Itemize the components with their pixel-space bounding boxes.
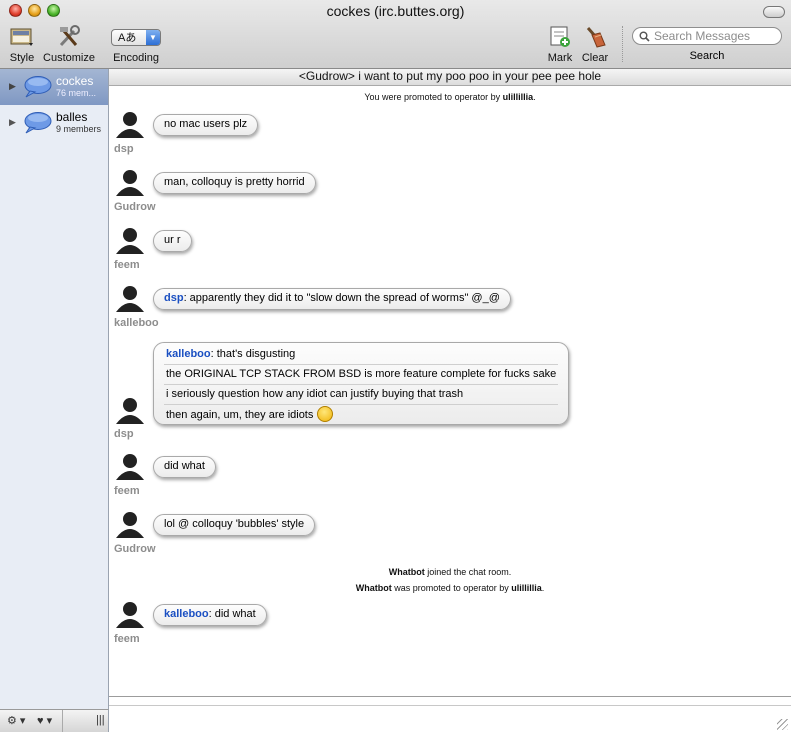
message-bubble: no mac users plz — [153, 114, 259, 136]
window-title: cockes (irc.buttes.org) — [326, 3, 465, 19]
room-list: ▶ cockes 76 mem... ▶ balles 9 members — [0, 69, 109, 710]
disclosure-triangle-icon[interactable]: ▶ — [9, 117, 16, 128]
mark-button[interactable]: Mark — [545, 24, 575, 64]
room-item-balles[interactable]: ▶ balles 9 members — [0, 105, 108, 141]
chat-bubble-icon — [24, 76, 52, 98]
mark-icon — [545, 24, 575, 50]
chevron-down-icon: ▼ — [146, 29, 160, 45]
avatar-icon — [116, 398, 144, 424]
sender-name: kalleboo — [114, 317, 159, 329]
style-icon — [6, 24, 38, 50]
chat-bubble-icon — [24, 112, 52, 134]
message-bubble: lol @ colloquy 'bubbles' style — [153, 514, 316, 536]
input-divider — [109, 705, 791, 706]
style-button[interactable]: Style — [6, 24, 38, 64]
heart-icon: ♥ — [37, 715, 44, 727]
search-label: Search — [689, 50, 725, 62]
disclosure-triangle-icon[interactable]: ▶ — [9, 81, 16, 92]
avatar-icon — [116, 286, 144, 312]
room-item-cockes[interactable]: ▶ cockes 76 mem... — [0, 69, 108, 105]
clear-button[interactable]: Clear — [580, 24, 610, 64]
sidebar-footer: ⚙ ▾ ♥ ▾ ||| — [0, 709, 109, 732]
message-bubble: ur r — [153, 230, 192, 252]
resize-grip-icon[interactable] — [777, 719, 788, 730]
encoding-popup[interactable]: Aあ ▼ — [111, 28, 161, 46]
message-bubble: kalleboo: that's disgusting the ORIGINAL… — [153, 342, 570, 425]
message-bubble: dsp: apparently they did it to "slow dow… — [153, 288, 511, 310]
chat-window: cockes (irc.buttes.org) Style Customize … — [0, 0, 791, 732]
avatar-icon — [116, 228, 144, 254]
toolbar: cockes (irc.buttes.org) Style Customize … — [0, 0, 791, 69]
avatar-icon — [116, 602, 144, 628]
confused-smiley-icon — [317, 406, 334, 423]
message-bubble: did what — [153, 456, 216, 478]
topic-bar: <Gudrow> i want to put my poo poo in you… — [109, 69, 791, 86]
user-mention-link[interactable]: dsp — [164, 292, 184, 304]
event-message: Whatbot was promoted to operator by ulil… — [355, 583, 545, 593]
user-mention-link[interactable]: kalleboo — [164, 608, 209, 620]
room-name: cockes — [56, 74, 94, 88]
resize-handle-icon[interactable]: ||| — [96, 714, 105, 726]
sender-name: feem — [114, 259, 140, 271]
sender-name: feem — [114, 633, 140, 645]
user-mention-link[interactable]: kalleboo — [166, 348, 211, 360]
event-message: Whatbot joined the chat room. — [388, 567, 512, 577]
event-message: You were promoted to operator by ulillil… — [364, 92, 536, 102]
message-bubble: kalleboo: did what — [153, 604, 267, 626]
toolbar-separator — [622, 26, 623, 62]
message-input[interactable] — [109, 696, 791, 732]
broom-icon — [580, 24, 610, 50]
sender-name: dsp — [114, 428, 134, 440]
room-name: balles — [56, 110, 88, 124]
avatar-icon — [116, 512, 144, 538]
sender-name: dsp — [114, 143, 134, 155]
room-member-count: 76 mem... — [56, 88, 97, 98]
chat-transcript: You were promoted to operator by ulillil… — [109, 86, 791, 696]
search-icon — [639, 31, 650, 42]
avatar-icon — [116, 170, 144, 196]
avatar-icon — [116, 112, 144, 138]
tools-icon — [40, 24, 98, 50]
encoding-control[interactable]: Aあ ▼ Encoding — [108, 24, 164, 64]
sender-name: Gudrow — [114, 543, 156, 555]
avatar-icon — [116, 454, 144, 480]
sender-name: Gudrow — [114, 201, 156, 213]
customize-button[interactable]: Customize — [40, 24, 98, 64]
gear-menu-button[interactable]: ⚙ ▾ — [7, 714, 25, 727]
favorites-menu-button[interactable]: ♥ ▾ — [37, 714, 52, 727]
search-field[interactable] — [632, 27, 782, 45]
message-bubble: man, colloquy is pretty horrid — [153, 172, 316, 194]
gear-icon: ⚙ — [7, 715, 17, 727]
room-member-count: 9 members — [56, 124, 102, 134]
toolbar-toggle-button[interactable] — [763, 6, 785, 18]
sender-name: feem — [114, 485, 140, 497]
search-input[interactable] — [654, 29, 774, 43]
